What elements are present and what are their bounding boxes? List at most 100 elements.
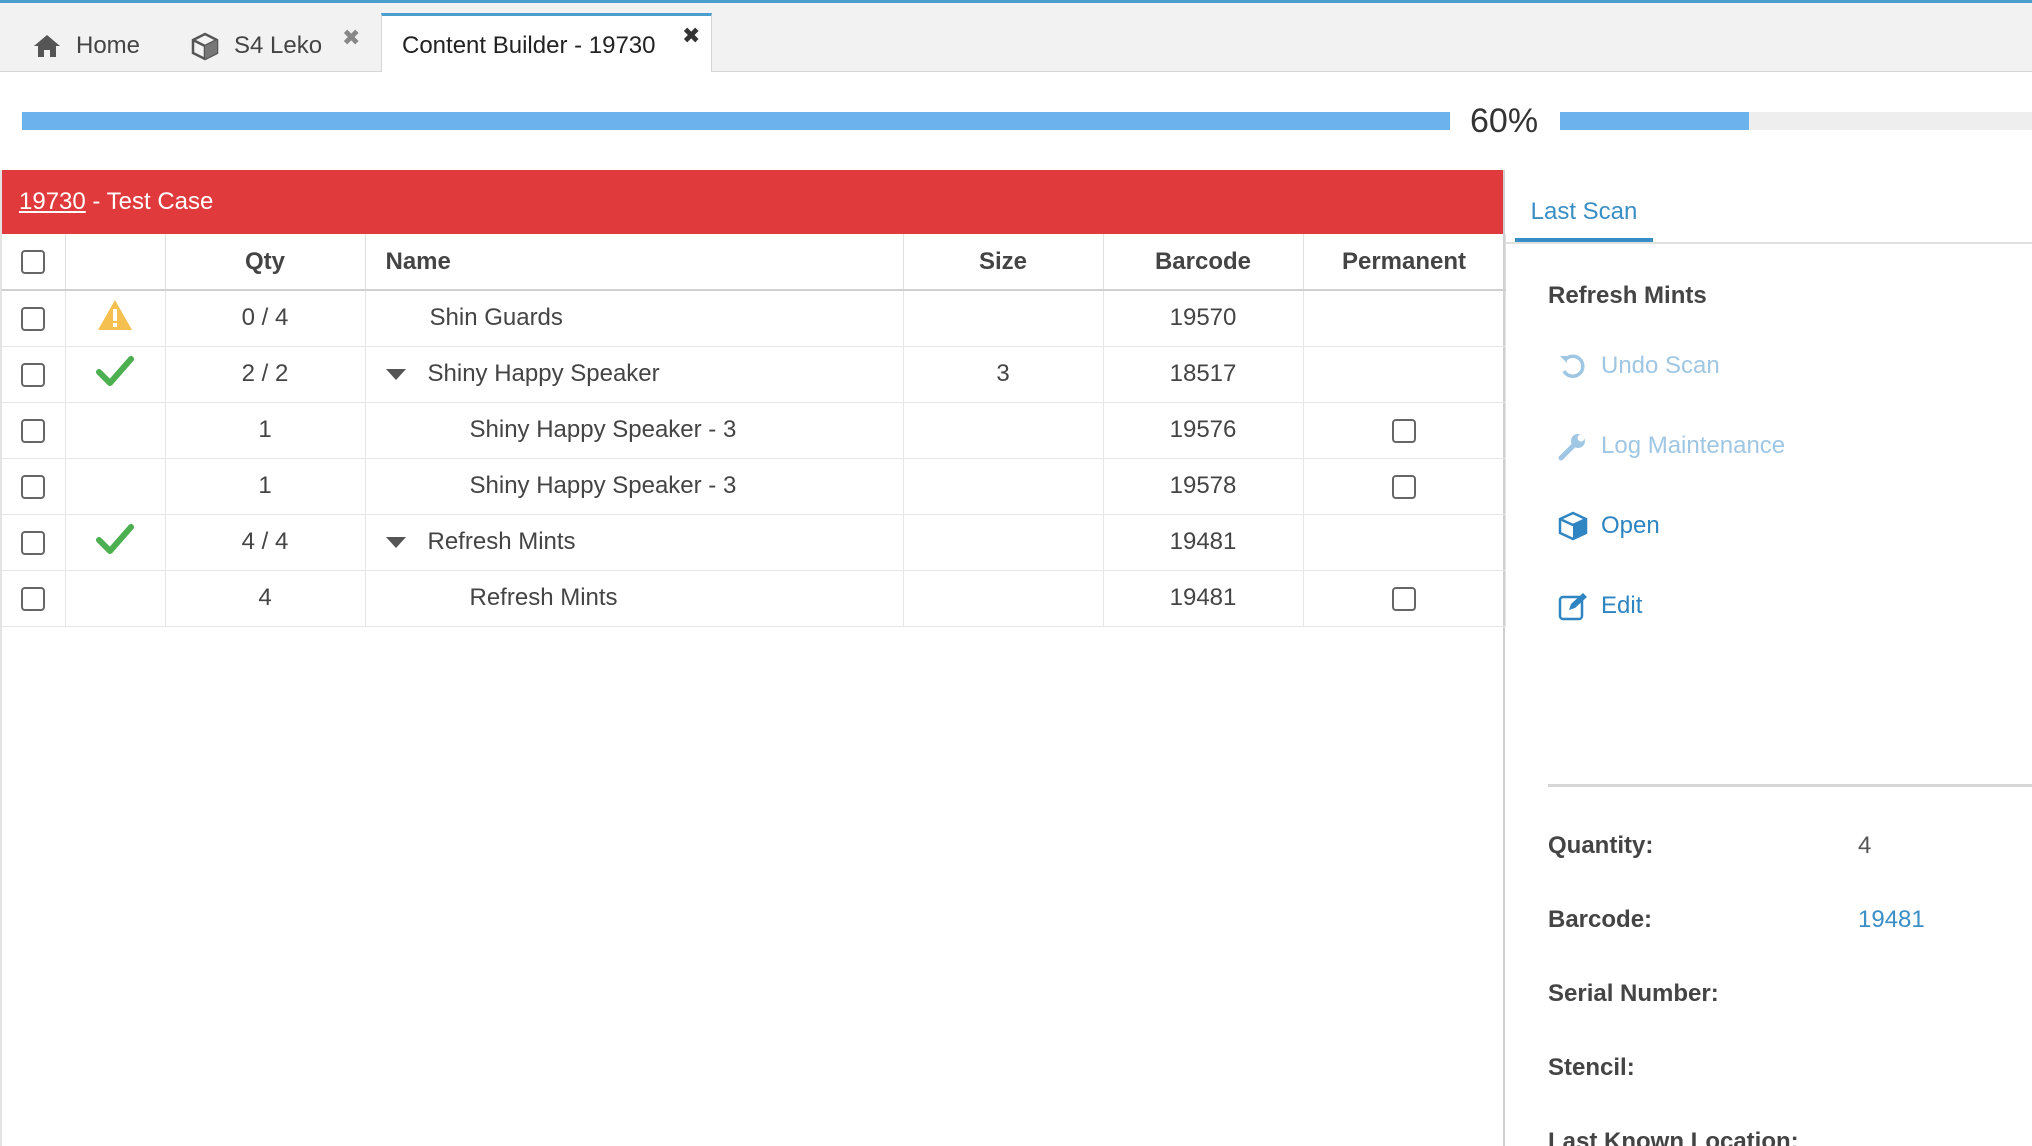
row-select-checkbox[interactable] [21, 306, 46, 331]
row-size [903, 570, 1104, 627]
row-select-checkbox[interactable] [21, 362, 46, 387]
row-select-checkbox[interactable] [21, 418, 46, 443]
row-name: Shiny Happy Speaker [427, 360, 660, 387]
undo-scan-button[interactable]: Undo Scan [1557, 350, 1720, 382]
tab-bar: Home S4 Leko ✖ Content Builder - 19730 ✖ [0, 0, 2032, 76]
row-barcode: 19481 [1103, 514, 1304, 571]
progress-row: 60% [0, 72, 2032, 172]
row-status-cell [65, 458, 166, 515]
table-header-row: Qty Name Size Barcode Permanent [2, 234, 1506, 291]
row-status-cell [65, 514, 166, 571]
row-select-cell [2, 570, 66, 627]
tab-underline [1505, 242, 2032, 244]
tab-home-label: Home [76, 32, 141, 59]
row-barcode: 19481 [1103, 570, 1304, 627]
permanent-checkbox[interactable] [1392, 586, 1416, 611]
tab-s4-label: S4 Leko [234, 32, 323, 59]
quantity-value: 4 [1858, 832, 1872, 859]
row-name-cell: Refresh Mints [365, 570, 904, 627]
secondary-progress-fill [1560, 112, 1749, 130]
box-icon [1557, 510, 1589, 542]
row-select-cell [2, 514, 66, 571]
undo-scan-label: Undo Scan [1601, 352, 1720, 379]
tab-s4-close-icon[interactable]: ✖ [342, 25, 360, 51]
log-maintenance-button[interactable]: Log Maintenance [1557, 430, 1785, 462]
row-select-checkbox[interactable] [21, 586, 46, 611]
name-header[interactable]: Name [365, 234, 904, 291]
row-select-cell [2, 458, 66, 515]
log-maintenance-label: Log Maintenance [1601, 432, 1786, 459]
tab-content-builder-close-icon[interactable]: ✖ [682, 23, 700, 49]
permanent-checkbox[interactable] [1392, 418, 1416, 443]
permanent-checkbox[interactable] [1392, 474, 1416, 499]
last-scan-item-title: Refresh Mints [1548, 282, 1707, 309]
row-select-cell [2, 346, 66, 403]
table-row[interactable]: 4 / 4 Refresh Mints 19481 [2, 514, 1506, 571]
table-row[interactable]: 1 Shiny Happy Speaker - 3 19578 [2, 458, 1506, 515]
row-size [903, 458, 1104, 515]
expand-caret-icon[interactable] [385, 369, 406, 381]
row-name: Shiny Happy Speaker - 3 [469, 472, 737, 499]
wrench-icon [1557, 430, 1589, 462]
stencil-label: Stencil: [1548, 1054, 1635, 1081]
table-row[interactable]: 1 Shiny Happy Speaker - 3 19576 [2, 402, 1506, 459]
case-header: 19730 - Test Case [2, 170, 1503, 234]
row-select-checkbox[interactable] [21, 474, 46, 499]
row-name: Refresh Mints [469, 584, 618, 611]
row-name-cell: Shin Guards [365, 290, 904, 347]
row-qty: 1 [165, 458, 366, 515]
edit-button[interactable]: Edit [1557, 590, 1642, 622]
check-icon [96, 523, 134, 562]
row-barcode: 19576 [1103, 402, 1304, 459]
qty-header[interactable]: Qty [165, 234, 366, 291]
row-qty: 0 / 4 [165, 290, 366, 347]
undo-icon [1557, 350, 1589, 382]
row-permanent-cell [1303, 290, 1506, 347]
quantity-label: Quantity: [1548, 832, 1654, 859]
edit-icon [1557, 590, 1589, 622]
row-name-cell: Shiny Happy Speaker - 3 [365, 458, 904, 515]
row-size [903, 290, 1104, 347]
open-label: Open [1601, 512, 1660, 539]
tab-last-scan[interactable]: Last Scan [1515, 186, 1653, 242]
row-qty: 4 / 4 [165, 514, 366, 571]
open-button[interactable]: Open [1557, 510, 1660, 542]
cube-icon [190, 31, 220, 61]
row-name: Shiny Happy Speaker - 3 [469, 416, 737, 443]
row-permanent-cell [1303, 458, 1506, 515]
status-header [65, 234, 166, 291]
tab-s4-leko[interactable]: S4 Leko [190, 17, 322, 75]
row-size [903, 402, 1104, 459]
row-status-cell [65, 290, 166, 347]
barcode-link[interactable]: 19481 [1858, 906, 1925, 934]
last-scan-panel: Last Scan Refresh Mints Undo Scan Log Ma… [1505, 170, 2032, 1146]
tab-content-builder[interactable]: Content Builder - 19730 [381, 13, 712, 76]
row-select-cell [2, 402, 66, 459]
row-status-cell [65, 570, 166, 627]
size-header[interactable]: Size [903, 234, 1104, 291]
permanent-header[interactable]: Permanent [1303, 234, 1506, 291]
case-id-link[interactable]: 19730 [19, 188, 86, 216]
table-row[interactable]: 0 / 4 Shin Guards 19570 [2, 290, 1506, 347]
tab-content-builder-label: Content Builder - 19730 [402, 32, 656, 59]
overall-progress-bar [22, 112, 1450, 130]
row-name-cell: Shiny Happy Speaker [365, 346, 904, 403]
row-permanent-cell [1303, 514, 1506, 571]
table-row[interactable]: 2 / 2 Shiny Happy Speaker 3 18517 [2, 346, 1506, 403]
barcode-header[interactable]: Barcode [1103, 234, 1304, 291]
row-name: Refresh Mints [427, 528, 576, 555]
row-size [903, 514, 1104, 571]
row-barcode: 18517 [1103, 346, 1304, 403]
select-all-checkbox[interactable] [21, 250, 46, 275]
row-permanent-cell [1303, 570, 1506, 627]
case-title: - Test Case [85, 188, 214, 215]
expand-caret-icon[interactable] [385, 537, 406, 549]
row-qty: 2 / 2 [165, 346, 366, 403]
row-select-cell [2, 290, 66, 347]
warning-icon [96, 299, 134, 338]
tab-home[interactable]: Home [32, 17, 140, 75]
row-barcode: 19570 [1103, 290, 1304, 347]
row-select-checkbox[interactable] [21, 530, 46, 555]
row-barcode: 19578 [1103, 458, 1304, 515]
table-row[interactable]: 4 Refresh Mints 19481 [2, 570, 1506, 627]
